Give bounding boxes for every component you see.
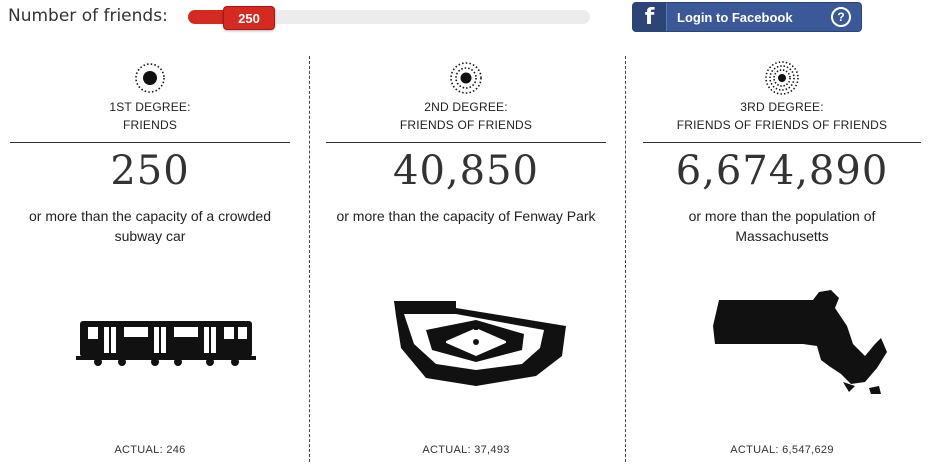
- degree-column-1: 1ST DEGREE: FRIENDS 250 or more than the…: [10, 56, 290, 466]
- actual-count: ACTUAL: 37,493: [422, 444, 510, 456]
- column-divider: [625, 56, 626, 462]
- number-of-friends-label: Number of friends:: [8, 6, 168, 26]
- subway-car-icon: [76, 321, 256, 366]
- degree-title: 1ST DEGREE: FRIENDS: [10, 98, 290, 134]
- ballpark-icon: [394, 301, 566, 386]
- degree-title-line2: FRIENDS OF FRIENDS: [399, 118, 533, 132]
- degree-title-line2: FRIENDS: [122, 118, 178, 132]
- title-rule: [10, 142, 290, 143]
- column-divider: [309, 56, 310, 462]
- degree-title-line2: FRIENDS OF FRIENDS OF FRIENDS: [676, 118, 888, 132]
- friend-count: 6,674,890: [675, 148, 889, 194]
- friend-count: 40,850: [393, 148, 539, 194]
- degree-title-line1: 1ST DEGREE:: [109, 100, 191, 114]
- degree-title-line1: 3RD DEGREE:: [740, 100, 824, 114]
- login-facebook-button[interactable]: f Login to Facebook ?: [632, 2, 862, 32]
- facebook-icon: f: [633, 3, 667, 31]
- degree-title: 2ND DEGREE: FRIENDS OF FRIENDS: [326, 98, 606, 134]
- comparison-text: or more than the population of Massachus…: [688, 208, 876, 244]
- friend-count: 250: [110, 148, 190, 194]
- title-rule: [643, 142, 921, 143]
- massachusetts-map-icon: [713, 290, 887, 394]
- third-degree-icon: [765, 61, 799, 95]
- degree-column-2: 2ND DEGREE: FRIENDS OF FRIENDS 40,850 or…: [326, 56, 606, 466]
- degree-column-3: 3RD DEGREE: FRIENDS OF FRIENDS OF FRIEND…: [643, 56, 921, 466]
- second-degree-icon: [450, 62, 482, 94]
- comparison-text: or more than the capacity of a crowded s…: [28, 208, 272, 244]
- title-rule: [326, 142, 606, 143]
- comparison-text: or more than the capacity of Fenway Park: [336, 208, 596, 224]
- actual-count: ACTUAL: 6,547,629: [730, 444, 834, 456]
- login-facebook-label: Login to Facebook: [677, 9, 793, 25]
- friends-slider[interactable]: 250: [188, 6, 590, 30]
- help-icon[interactable]: ?: [831, 7, 851, 27]
- degree-title-line1: 2ND DEGREE:: [424, 100, 508, 114]
- degree-title: 3RD DEGREE: FRIENDS OF FRIENDS OF FRIEND…: [643, 98, 921, 134]
- first-degree-icon: [135, 63, 165, 93]
- actual-count: ACTUAL: 246: [114, 444, 186, 456]
- slider-handle[interactable]: 250: [223, 6, 275, 30]
